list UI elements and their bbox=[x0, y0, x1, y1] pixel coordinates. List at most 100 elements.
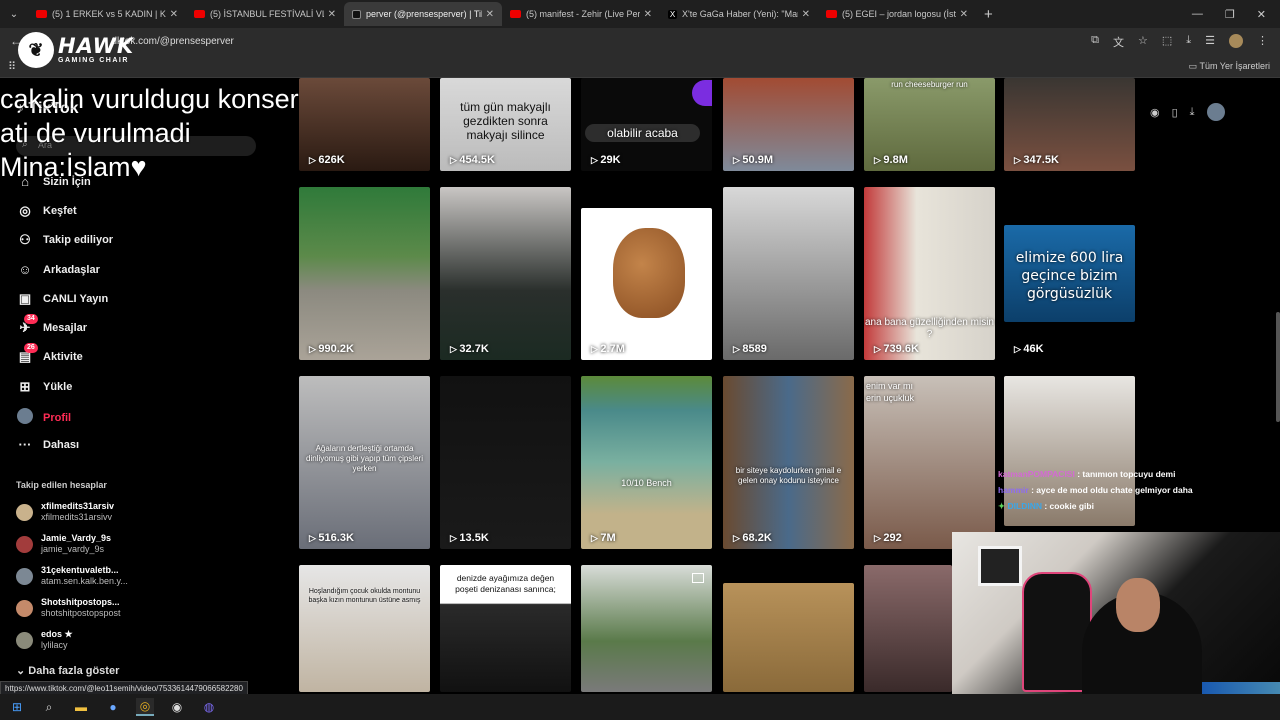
video-tile[interactable] bbox=[864, 565, 952, 692]
video-tile[interactable] bbox=[723, 583, 854, 692]
minimize-icon[interactable]: — bbox=[1192, 8, 1203, 20]
close-icon[interactable]: ✕ bbox=[486, 9, 494, 20]
activity-icon: ▤ 26 bbox=[16, 343, 38, 365]
translate-icon[interactable]: 文 bbox=[1113, 34, 1124, 50]
all-bookmarks-link[interactable]: ▭ Tüm Yer İşaretleri bbox=[1189, 61, 1270, 72]
sidebar-item-friends[interactable]: ☺ Arkadaşlar bbox=[16, 262, 100, 277]
video-tile[interactable]: 10/10 Bench 7M bbox=[581, 376, 712, 549]
close-icon[interactable]: ✕ bbox=[644, 9, 652, 20]
video-caption: run cheeseburger run bbox=[891, 80, 968, 89]
following-account[interactable]: xfilmedits31arsiv xfilmedits31arsivv bbox=[16, 501, 114, 523]
video-tile[interactable]: Hoşlandığım çocuk okulda montunu başka k… bbox=[299, 565, 430, 692]
chrome-icon[interactable]: ◎ bbox=[136, 698, 154, 716]
streamer-face bbox=[1116, 578, 1160, 632]
profile-avatar-icon[interactable] bbox=[1229, 34, 1243, 48]
video-tile[interactable]: 626K bbox=[299, 78, 430, 171]
video-tile[interactable]: 32.7K bbox=[440, 187, 571, 360]
avatar bbox=[16, 503, 33, 521]
download-app-icon[interactable]: ⤓ bbox=[1190, 106, 1195, 119]
video-tile[interactable]: 8589 bbox=[723, 187, 854, 360]
video-tile[interactable] bbox=[581, 565, 712, 692]
video-tile[interactable]: olabilir acaba 29K bbox=[581, 78, 712, 171]
hawk-logo: ❦ HAWK GAMING CHAIR bbox=[18, 32, 134, 68]
sidebar-item-following[interactable]: ⚇ Takip ediliyor bbox=[16, 232, 113, 248]
window-controls: — ❐ ✕ bbox=[1192, 0, 1280, 28]
folder-icon: ▭ bbox=[1188, 61, 1200, 71]
browser-tab-2[interactable]: (5) İSTANBUL FESTİVALİ VLOG - ✕ bbox=[186, 2, 344, 26]
file-explorer-icon[interactable]: ▬ bbox=[72, 698, 90, 716]
video-tile[interactable]: enim var mı erin uçukluk 292 bbox=[864, 376, 995, 549]
obs-icon[interactable]: ◉ bbox=[168, 698, 186, 716]
browser-tab-5[interactable]: X X'te GaGa Haber (Yeni): "Manife ✕ bbox=[660, 2, 818, 26]
tab-title: (5) 1 ERKEK vs 5 KADIN | KIYAFE bbox=[52, 9, 166, 19]
windows-taskbar: ⊞ ⌕ ▬ ● ◎ ◉ ◍ bbox=[0, 694, 1280, 720]
restore-icon[interactable]: ❐ bbox=[1225, 8, 1235, 21]
user-avatar[interactable] bbox=[1206, 103, 1225, 121]
tab-title: (5) EGEI – jordan logosu (İstanb bbox=[842, 9, 956, 19]
search-icon[interactable]: ⌕ bbox=[40, 698, 58, 716]
video-tile[interactable]: 50.9M bbox=[723, 78, 854, 171]
account-handle: shotshitpostopspost bbox=[41, 608, 121, 618]
video-tile[interactable]: elimize 600 lira geçince bizim görgüsüzl… bbox=[1004, 225, 1135, 322]
sidebar-item-profile[interactable]: Profil bbox=[16, 408, 71, 427]
video-tile[interactable]: denizde ayağımıza değen poşeti denizanas… bbox=[440, 565, 571, 692]
sidebar-item-activity[interactable]: ▤ 26 Aktivite bbox=[16, 343, 83, 365]
app-icon[interactable]: ● bbox=[104, 698, 122, 716]
sidebar-item-messages[interactable]: ✈ 34 Mesajlar bbox=[16, 314, 88, 336]
tab-search-dropdown[interactable]: ⌄ bbox=[0, 9, 28, 20]
sidebar-item-explore[interactable]: ◎ Keşfet bbox=[16, 203, 76, 219]
following-account[interactable]: Jamie_Vardy_9s jamie_vardy_9s bbox=[16, 533, 111, 555]
browser-tab-6[interactable]: (5) EGEI – jordan logosu (İstanb ✕ bbox=[818, 2, 976, 26]
video-tile[interactable]: bir siteye kaydolurken gmail e gelen ona… bbox=[723, 376, 854, 549]
youtube-icon bbox=[826, 10, 837, 18]
video-tile[interactable]: 2.7M bbox=[581, 208, 712, 360]
discord-icon[interactable]: ◍ bbox=[200, 698, 218, 716]
close-icon[interactable]: ✕ bbox=[960, 9, 968, 20]
video-tile[interactable]: ana bana güzelliğinden misin ? 739.6K bbox=[864, 187, 995, 360]
tab-title: perver (@prensesperver) | TikTok bbox=[366, 9, 482, 19]
apps-icon[interactable]: ⠿ bbox=[8, 60, 16, 73]
reading-list-icon[interactable]: ☰ bbox=[1205, 34, 1215, 50]
page-scrollbar[interactable] bbox=[1276, 312, 1280, 422]
view-count: 626K bbox=[309, 154, 344, 166]
chat-message: katmanPOMPACISI : tanımıon topcuyu demi bbox=[998, 469, 1176, 479]
star-icon[interactable]: ☆ bbox=[1138, 34, 1148, 50]
menu-icon[interactable]: ⋮ bbox=[1257, 34, 1268, 50]
video-tile[interactable]: Ağaların dertleştiği ortamda dinliyomuş … bbox=[299, 376, 430, 549]
sidebar-item-label: Takip ediliyor bbox=[43, 234, 114, 246]
coin-icon[interactable]: ◉ bbox=[1150, 106, 1160, 119]
cast-icon[interactable]: ⧉ bbox=[1091, 34, 1099, 50]
close-icon[interactable]: ✕ bbox=[170, 9, 178, 20]
following-account[interactable]: edos ★ lylilacy bbox=[16, 629, 73, 651]
sidebar-item-more[interactable]: ··· Dahası bbox=[16, 437, 80, 452]
sidebar-item-label: Mesajlar bbox=[43, 322, 88, 334]
close-icon[interactable]: ✕ bbox=[328, 9, 336, 20]
video-tile[interactable]: tüm gün makyajlı gezdikten sonra makyajı… bbox=[440, 78, 571, 171]
new-tab-button[interactable]: + bbox=[984, 6, 993, 23]
browser-tab-4[interactable]: (5) manifest - Zehir (Live Perfor ✕ bbox=[502, 2, 660, 26]
video-caption: Hoşlandığım çocuk okulda montunu başka k… bbox=[308, 588, 421, 604]
video-tile[interactable]: 13.5K bbox=[440, 376, 571, 549]
extensions-icon[interactable]: ⬚ bbox=[1162, 34, 1172, 50]
x-icon: X bbox=[668, 9, 677, 19]
video-tile[interactable]: 347.5K bbox=[1004, 78, 1135, 171]
windows-start-icon[interactable]: ⊞ bbox=[8, 698, 26, 716]
more-icon: ··· bbox=[18, 437, 32, 452]
chat-message: hammir : ayce de mod oldu chate gelmiyor… bbox=[998, 485, 1193, 495]
close-icon[interactable]: ✕ bbox=[802, 9, 810, 20]
device-icon[interactable]: ▯ bbox=[1172, 106, 1178, 119]
close-window-icon[interactable]: ✕ bbox=[1257, 8, 1266, 21]
sidebar-item-live[interactable]: ▣ CANLI Yayın bbox=[16, 291, 108, 307]
video-caption: bir siteye kaydolurken gmail e gelen ona… bbox=[735, 466, 842, 485]
following-account[interactable]: 31çekentuvaletb... atam.sen.kalk.ben.y... bbox=[16, 565, 128, 587]
sidebar-item-upload[interactable]: ⊞ Yükle bbox=[16, 379, 73, 395]
download-icon[interactable]: ⤓ bbox=[1186, 34, 1191, 50]
show-more-button[interactable]: ⌄ Daha fazla göster bbox=[16, 664, 119, 677]
browser-tab-1[interactable]: (5) 1 ERKEK vs 5 KADIN | KIYAFE ✕ bbox=[28, 2, 186, 26]
video-caption: ana bana güzelliğinden misin ? bbox=[865, 317, 994, 340]
browser-tab-3[interactable]: perver (@prensesperver) | TikTok ✕ bbox=[344, 2, 502, 26]
video-tile[interactable]: run cheeseburger run 9.8M bbox=[864, 78, 995, 171]
video-tile[interactable]: 990.2K bbox=[299, 187, 430, 360]
following-account[interactable]: Shotshitpostops... shotshitpostopspost bbox=[16, 597, 121, 619]
avatar bbox=[16, 535, 33, 553]
